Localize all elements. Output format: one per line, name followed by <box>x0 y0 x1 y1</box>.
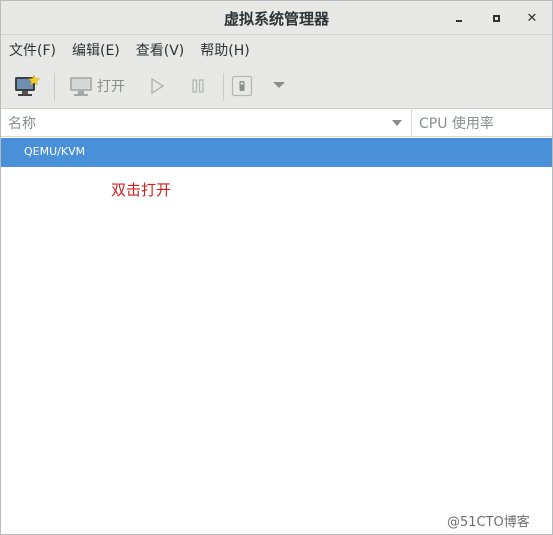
column-divider[interactable] <box>411 109 412 137</box>
annotation-text: 双击打开 <box>111 181 172 199</box>
virt-manager-window: 虚拟系统管理器 ✕ 文件(F) 编辑(E) 查看(V) 帮助(H) 打开 名称 … <box>0 0 553 535</box>
minimize-icon <box>456 20 462 22</box>
pause-button[interactable] <box>190 77 206 95</box>
maximize-icon <box>492 14 500 22</box>
menu-edit[interactable]: 编辑(E) <box>72 40 120 60</box>
shutdown-button[interactable] <box>231 75 253 97</box>
close-icon: ✕ <box>526 10 538 26</box>
menu-bar: 文件(F) 编辑(E) 查看(V) 帮助(H) <box>1 35 552 65</box>
run-icon <box>151 77 165 95</box>
pause-icon <box>192 79 204 93</box>
new-vm-button[interactable] <box>13 74 41 98</box>
toolbar-separator <box>223 73 224 101</box>
connection-row-qemu-kvm[interactable]: QEMU/KVM <box>1 138 552 167</box>
menu-file[interactable]: 文件(F) <box>9 40 56 60</box>
open-button[interactable]: 打开 <box>69 74 125 98</box>
list-header: 名称 CPU 使用率 <box>1 109 552 137</box>
toolbar: 打开 <box>1 65 552 109</box>
menu-view[interactable]: 查看(V) <box>136 40 185 60</box>
menu-help[interactable]: 帮助(H) <box>200 40 249 60</box>
minimize-button[interactable] <box>448 7 470 29</box>
column-header-name[interactable]: 名称 <box>8 113 36 133</box>
sort-arrow-icon[interactable] <box>392 120 402 126</box>
new-vm-icon <box>15 74 41 96</box>
shutdown-icon <box>231 75 253 97</box>
connection-name: QEMU/KVM <box>24 145 86 158</box>
maximize-button[interactable] <box>485 7 507 29</box>
run-button[interactable] <box>149 77 165 95</box>
title-bar[interactable]: 虚拟系统管理器 ✕ <box>1 1 552 35</box>
column-header-cpu-usage[interactable]: CPU 使用率 <box>419 113 494 133</box>
watermark: @51CTO博客 <box>447 515 530 530</box>
open-console-icon <box>70 77 92 96</box>
dropdown-arrow-icon <box>273 82 285 88</box>
shutdown-menu-button[interactable] <box>273 82 285 88</box>
close-button[interactable]: ✕ <box>521 7 543 29</box>
open-button-label: 打开 <box>97 79 125 95</box>
toolbar-separator <box>54 73 55 101</box>
